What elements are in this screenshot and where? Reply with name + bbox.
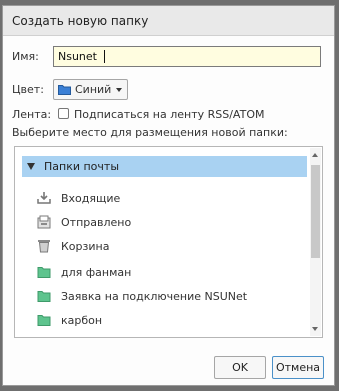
create-folder-dialog: Создать новую папку Имя: Цвет: Синий Лен… [2,5,335,386]
folder-name-input[interactable] [53,46,321,67]
subscribe-feed-checkbox[interactable] [58,108,69,119]
tree-item-label: Заявка на подключение NSUNet [61,290,248,303]
tree-root-label: Папки почты [44,160,120,173]
tree-item-folder[interactable]: карбон [37,312,302,330]
tree-item-partial [37,335,302,338]
tree-item-folder[interactable]: для фанман [37,264,302,282]
tree-item-sent[interactable]: Отправлено [37,214,302,232]
ok-button[interactable]: OK [214,356,266,379]
tree-item-label: Отправлено [61,216,132,229]
location-label: Выберите место для размещения новой папк… [12,126,288,139]
tree-root-mail-folders[interactable]: Папки почты [22,156,307,177]
folder-tree: Папки почты Входящие Отправлено Корзина [14,146,323,338]
expand-triangle-icon[interactable] [27,163,35,170]
chevron-down-icon [116,88,122,92]
folder-icon [37,336,51,338]
tree-item-label: Входящие [61,192,121,205]
cancel-button[interactable]: Отмена [272,356,324,379]
tree-item-label: карбон [61,314,103,327]
tree-item-folder[interactable]: Заявка на подключение NSUNet [37,288,302,306]
color-value: Синий [75,83,112,96]
tree-item-inbox[interactable]: Входящие [37,190,302,208]
subscribe-feed-label[interactable]: Подписаться на ленту RSS/ATOM [74,108,264,121]
feed-label: Лента: [12,108,52,121]
folder-color-icon [58,85,71,95]
dialog-titlebar[interactable]: Создать новую папку [3,6,334,36]
folder-icon [37,267,51,278]
dialog-title: Создать новую папку [12,14,149,28]
sent-icon [37,215,51,229]
color-dropdown[interactable]: Синий [53,79,128,100]
trash-icon [38,240,50,253]
text-caret [104,50,105,63]
name-label: Имя: [12,50,39,63]
tree-item-trash[interactable]: Корзина [37,238,302,256]
inbox-icon [37,192,51,204]
tree-item-label: для фанман [61,266,132,279]
folder-icon [37,315,51,326]
tree-scrollbar[interactable] [310,148,321,336]
scroll-down-arrow-icon[interactable] [312,327,318,331]
scroll-up-arrow-icon[interactable] [312,153,318,157]
color-label: Цвет: [12,83,44,96]
tree-item-label: Корзина [61,240,110,253]
folder-icon [37,291,51,302]
scroll-thumb[interactable] [311,165,320,258]
